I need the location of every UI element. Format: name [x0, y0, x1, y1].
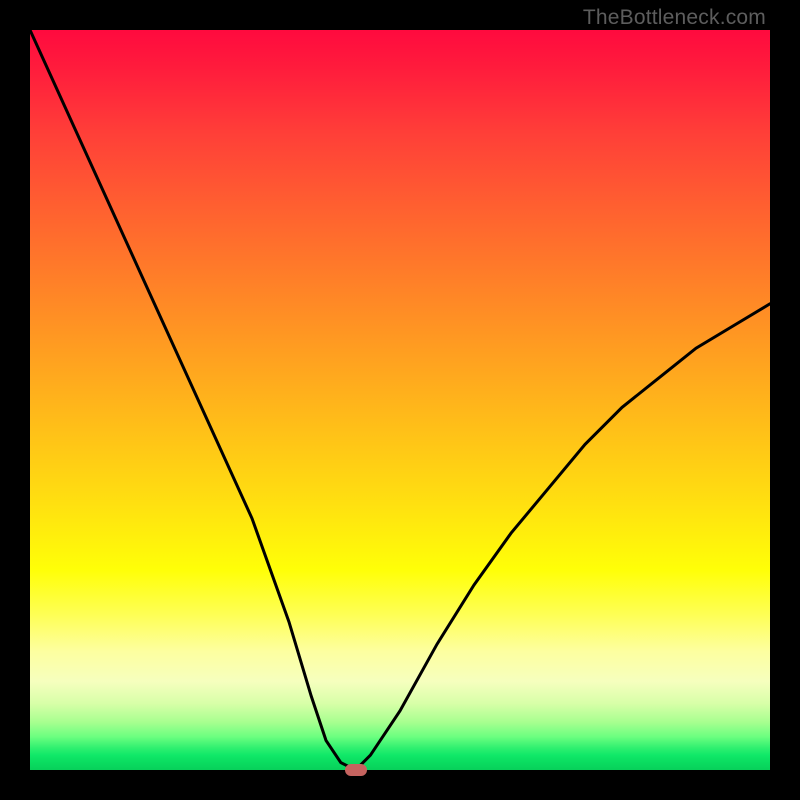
min-marker — [345, 764, 367, 776]
plot-area — [30, 30, 770, 770]
bottleneck-curve-path — [30, 30, 770, 770]
chart-frame: TheBottleneck.com — [0, 0, 800, 800]
watermark-text: TheBottleneck.com — [583, 6, 766, 30]
curve-svg — [30, 30, 770, 770]
